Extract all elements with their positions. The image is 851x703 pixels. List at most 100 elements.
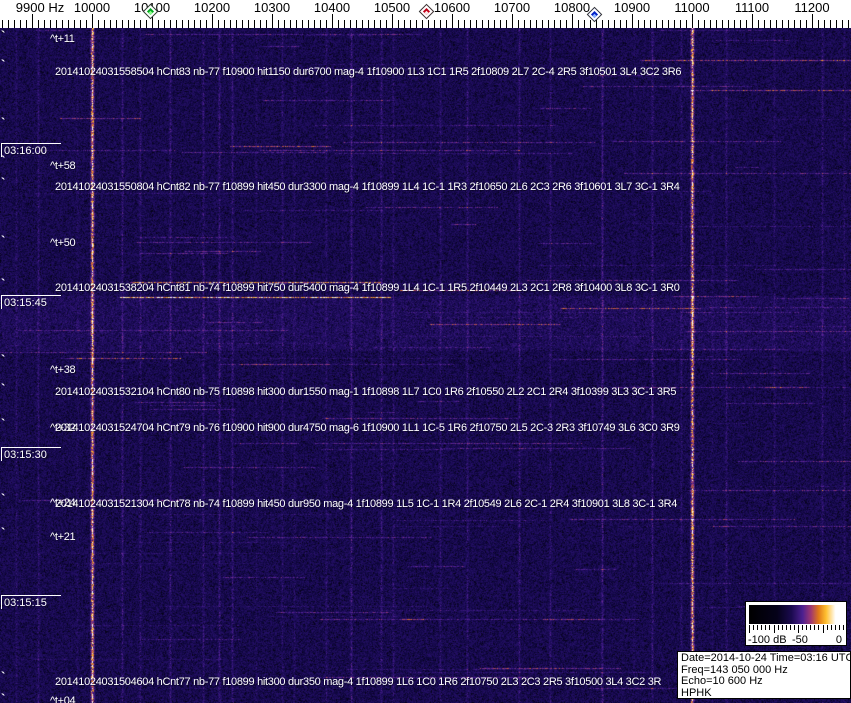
minor-tick [308, 20, 309, 28]
edge-tick-mark: ` [1, 175, 6, 190]
minor-tick [74, 20, 75, 28]
minor-tick [266, 20, 267, 28]
minor-tick [794, 20, 795, 28]
minor-tick [146, 20, 147, 28]
freq-label: 10900 [613, 0, 651, 15]
minor-tick [674, 20, 675, 28]
minor-tick [536, 20, 537, 28]
major-tick [392, 14, 393, 28]
minor-tick [26, 20, 27, 28]
minor-tick [2, 20, 3, 28]
freq-label: 10000 [73, 0, 111, 15]
freq-label: 10500 [373, 0, 411, 15]
legend-label: -50 [792, 634, 808, 646]
minor-tick [506, 20, 507, 28]
minor-tick [116, 20, 117, 28]
minor-tick [782, 20, 783, 28]
minor-tick [518, 20, 519, 28]
colormap-gradient [749, 605, 843, 624]
minor-tick [668, 20, 669, 28]
minor-tick [542, 20, 543, 28]
minor-tick [236, 20, 237, 28]
info-date-time: Date=2014-10-24 Time=03:16 UTC [681, 652, 851, 664]
major-tick [512, 14, 513, 28]
event-time-marker: ^t+11 [50, 33, 75, 45]
minor-tick [170, 20, 171, 28]
minor-tick [404, 20, 405, 28]
minor-tick [470, 20, 471, 28]
major-tick [92, 14, 93, 28]
edge-tick-mark: ` [1, 153, 6, 168]
minor-tick [434, 20, 435, 28]
time-label: 03:15:45 [1, 295, 61, 309]
edge-tick-mark: ` [1, 28, 6, 43]
frequency-ruler: 9900 Hz100001010010200103001040010500106… [0, 0, 851, 28]
major-tick [272, 14, 273, 28]
minor-tick [560, 20, 561, 28]
freq-label: 11200 [794, 0, 830, 15]
db-scale-legend: -100 dB -50 0 [745, 601, 847, 646]
minor-tick [386, 20, 387, 28]
minor-tick [740, 20, 741, 28]
freq-label: 9900 Hz [15, 0, 65, 15]
edge-tick-mark: ` [1, 276, 6, 291]
minor-tick [200, 20, 201, 28]
minor-tick [368, 20, 369, 28]
minor-tick [746, 20, 747, 28]
minor-tick [290, 20, 291, 28]
minor-tick [662, 20, 663, 28]
minor-tick [284, 20, 285, 28]
minor-tick [410, 20, 411, 28]
major-tick [32, 14, 33, 28]
minor-tick [56, 20, 57, 28]
minor-tick [530, 20, 531, 28]
app-window: 9900 Hz100001010010200103001040010500106… [0, 0, 851, 703]
info-station: HPHK [681, 686, 712, 699]
minor-tick [374, 20, 375, 28]
minor-tick [728, 20, 729, 28]
minor-tick [8, 20, 9, 28]
minor-tick [362, 20, 363, 28]
minor-tick [260, 20, 261, 28]
major-tick [812, 14, 813, 28]
freq-label: 10200 [193, 0, 231, 15]
minor-tick [254, 20, 255, 28]
spectrogram-area[interactable] [0, 28, 851, 703]
minor-tick [656, 20, 657, 28]
minor-tick [500, 20, 501, 28]
minor-tick [98, 20, 99, 28]
minor-tick [128, 20, 129, 28]
minor-tick [218, 20, 219, 28]
minor-tick [788, 20, 789, 28]
minor-tick [350, 20, 351, 28]
edge-tick-mark: ` [1, 669, 6, 684]
minor-tick [62, 20, 63, 28]
minor-tick [842, 20, 843, 28]
minor-tick [140, 20, 141, 28]
edge-tick-mark: ` [1, 416, 6, 431]
minor-tick [122, 20, 123, 28]
minor-tick [590, 20, 591, 28]
minor-tick [206, 20, 207, 28]
marker-red-icon[interactable] [420, 5, 433, 18]
minor-tick [602, 20, 603, 28]
minor-tick [494, 20, 495, 28]
minor-tick [650, 20, 651, 28]
minor-tick [776, 20, 777, 28]
minor-tick [596, 20, 597, 28]
minor-tick [68, 20, 69, 28]
time-label: 03:16:00 [1, 143, 61, 157]
minor-tick [638, 20, 639, 28]
minor-tick [188, 20, 189, 28]
minor-tick [770, 20, 771, 28]
minor-tick [110, 20, 111, 28]
detection-log-line: 20141024031538204 hCnt81 nb-74 f10899 hi… [55, 282, 680, 294]
minor-tick [416, 20, 417, 28]
freq-label: 10400 [313, 0, 351, 15]
minor-tick [686, 20, 687, 28]
minor-tick [320, 20, 321, 28]
edge-tick-mark: ` [1, 381, 6, 396]
freq-label: 10700 [493, 0, 531, 15]
minor-tick [644, 20, 645, 28]
minor-tick [710, 20, 711, 28]
